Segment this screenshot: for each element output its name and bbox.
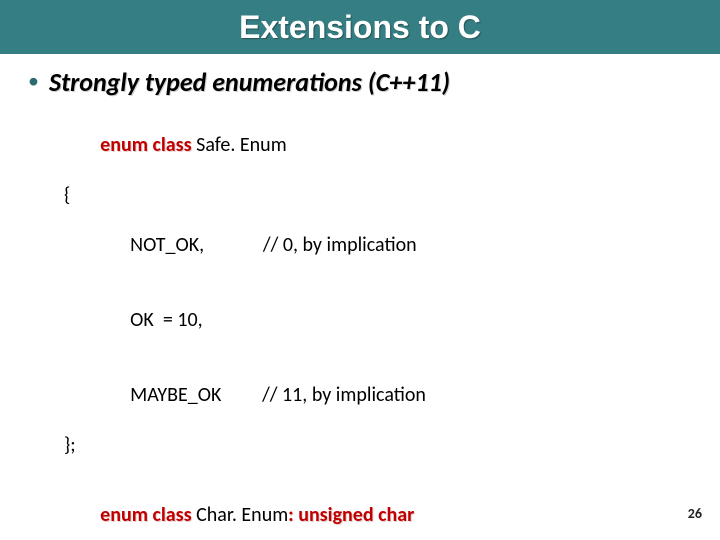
keyword-enum-class-1: enum class — [100, 133, 191, 157]
code-area: enum class Safe. Enum { NOT_OK, // 0, by… — [64, 108, 692, 540]
title-bar: Extensions to C — [0, 0, 720, 54]
bullet-text: Strongly typed enumerations (C++11) — [49, 66, 450, 98]
enum-item-maybe-ok: MAYBE_OK — [130, 383, 262, 407]
comment-2: // 11, by implication — [262, 383, 426, 407]
slide-title: Extensions to C — [239, 9, 481, 46]
bullet-dot-icon: • — [28, 66, 39, 96]
code-block-1: enum class Safe. Enum { NOT_OK, // 0, by… — [64, 108, 692, 458]
open-brace-1: { — [64, 183, 692, 208]
close-brace-1: }; — [64, 433, 692, 458]
code-block-2: enum class Char. Enum: unsigned char { N… — [64, 478, 692, 540]
keyword-underlying-type: : unsigned char — [288, 503, 414, 527]
enum-item-ok-1: OK = 10, — [100, 308, 202, 333]
bullet-line: • Strongly typed enumerations (C++11) — [28, 66, 692, 98]
keyword-enum-class-2: enum class — [100, 503, 191, 527]
page-number: 26 — [688, 505, 702, 522]
type-name-1: Safe. Enum — [192, 133, 287, 157]
slide-body: • Strongly typed enumerations (C++11) en… — [0, 54, 720, 540]
type-name-2: Char. Enum — [192, 503, 289, 527]
enum-item-not-ok-1: NOT_OK, — [130, 233, 263, 257]
comment-1: // 0, by implication — [263, 233, 417, 257]
